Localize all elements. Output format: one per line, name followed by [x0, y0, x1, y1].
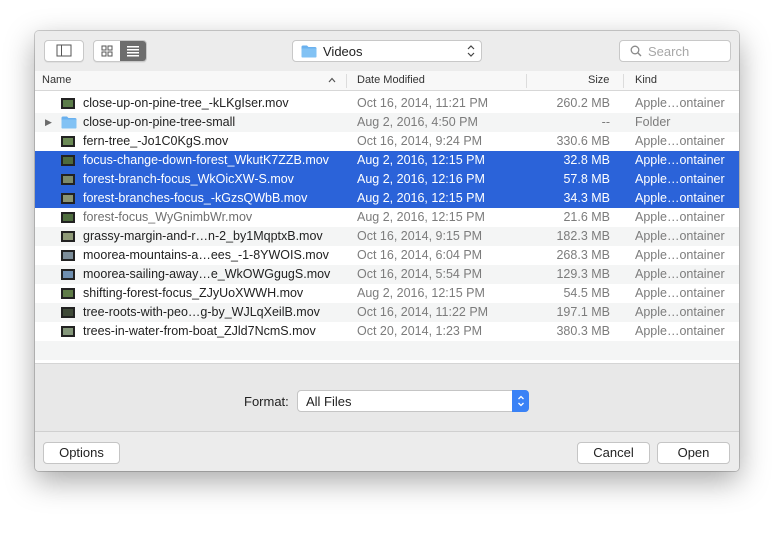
- video-file-icon: [61, 250, 75, 261]
- video-file-icon: [61, 98, 75, 109]
- list-item[interactable]: forest-branches-focus_-kGzsQWbB.mov Aug …: [35, 189, 739, 208]
- list-item[interactable]: fern-tree_-Jo1C0KgS.mov Oct 16, 2014, 9:…: [35, 132, 739, 151]
- list-view-button[interactable]: [120, 41, 146, 61]
- format-label: Format:: [244, 394, 289, 409]
- disclosure-triangle-icon[interactable]: ▶: [45, 113, 52, 132]
- file-list: close-up-on-pine-tree_-kLKgIser.mov Oct …: [35, 91, 739, 363]
- column-divider[interactable]: [526, 74, 527, 88]
- search-field[interactable]: Search: [619, 40, 731, 62]
- location-label: Videos: [323, 43, 363, 59]
- search-placeholder: Search: [648, 43, 690, 59]
- list-item[interactable]: trees-in-water-from-boat_ZJld7NcmS.mov O…: [35, 322, 739, 341]
- toolbar: Videos Search: [35, 31, 739, 72]
- list-item[interactable]: close-up-on-pine-tree_-kLKgIser.mov Oct …: [35, 94, 739, 113]
- list-item[interactable]: grassy-margin-and-r…n-2_by1MqptxB.mov Oc…: [35, 227, 739, 246]
- view-mode-control: [93, 40, 147, 62]
- video-file-icon: [61, 155, 75, 166]
- list-item[interactable]: tree-roots-with-peo…g-by_WJLqXeilB.mov O…: [35, 303, 739, 322]
- sidebar-icon: [56, 44, 72, 57]
- column-divider[interactable]: [623, 74, 624, 88]
- sort-ascending-icon[interactable]: [328, 77, 336, 83]
- format-bar: Format: All Files: [35, 363, 739, 432]
- video-file-icon: [61, 136, 75, 147]
- grid-icon: [101, 45, 113, 57]
- button-bar: Options Cancel Open: [35, 431, 739, 471]
- list-item[interactable]: ▶ close-up-on-pine-tree-small Aug 2, 201…: [35, 113, 739, 132]
- video-file-icon: [61, 174, 75, 185]
- chevron-updown-icon: [517, 395, 524, 407]
- list-item[interactable]: forest-focus_WyGnimbWr.mov Aug 2, 2016, …: [35, 208, 739, 227]
- list-item[interactable]: moorea-sailing-away…e_WkOWGgugS.mov Oct …: [35, 265, 739, 284]
- list-item[interactable]: shifting-forest-focus_ZJyUoXWWH.mov Aug …: [35, 284, 739, 303]
- video-file-icon: [61, 212, 75, 223]
- video-file-icon: [61, 288, 75, 299]
- column-kind[interactable]: Kind: [635, 71, 657, 90]
- icon-view-button[interactable]: [94, 41, 120, 61]
- list-icon: [127, 46, 139, 57]
- search-icon: [630, 45, 642, 57]
- video-file-icon: [61, 193, 75, 204]
- list-item[interactable]: moorea-mountains-a…ees_-1-8YWOIS.mov Oct…: [35, 246, 739, 265]
- column-divider[interactable]: [346, 74, 347, 88]
- chevron-updown-icon: [467, 45, 475, 57]
- column-date-modified[interactable]: Date Modified: [357, 71, 425, 90]
- sidebar-toggle-button[interactable]: [44, 40, 84, 62]
- video-file-icon: [61, 307, 75, 318]
- column-header: Name Date Modified Size Kind: [35, 71, 739, 91]
- column-name[interactable]: Name: [42, 71, 71, 90]
- open-button[interactable]: Open: [657, 442, 730, 464]
- format-value: All Files: [306, 394, 352, 409]
- list-item[interactable]: forest-branch-focus_WkOicXW-S.mov Aug 2,…: [35, 170, 739, 189]
- video-file-icon: [61, 269, 75, 280]
- cancel-button[interactable]: Cancel: [577, 442, 650, 464]
- format-popup[interactable]: All Files: [297, 390, 529, 412]
- folder-icon: [61, 116, 77, 129]
- location-popup[interactable]: Videos: [292, 40, 482, 62]
- empty-row: [35, 341, 739, 360]
- video-file-icon: [61, 231, 75, 242]
- popup-arrows: [512, 390, 529, 412]
- open-file-dialog: Videos Search Name Date Modified Size Ki…: [35, 31, 739, 471]
- options-button[interactable]: Options: [43, 442, 120, 464]
- folder-icon: [301, 45, 317, 57]
- list-item[interactable]: focus-change-down-forest_WkutK7ZZB.mov A…: [35, 151, 739, 170]
- column-size[interactable]: Size: [588, 71, 609, 90]
- video-file-icon: [61, 326, 75, 337]
